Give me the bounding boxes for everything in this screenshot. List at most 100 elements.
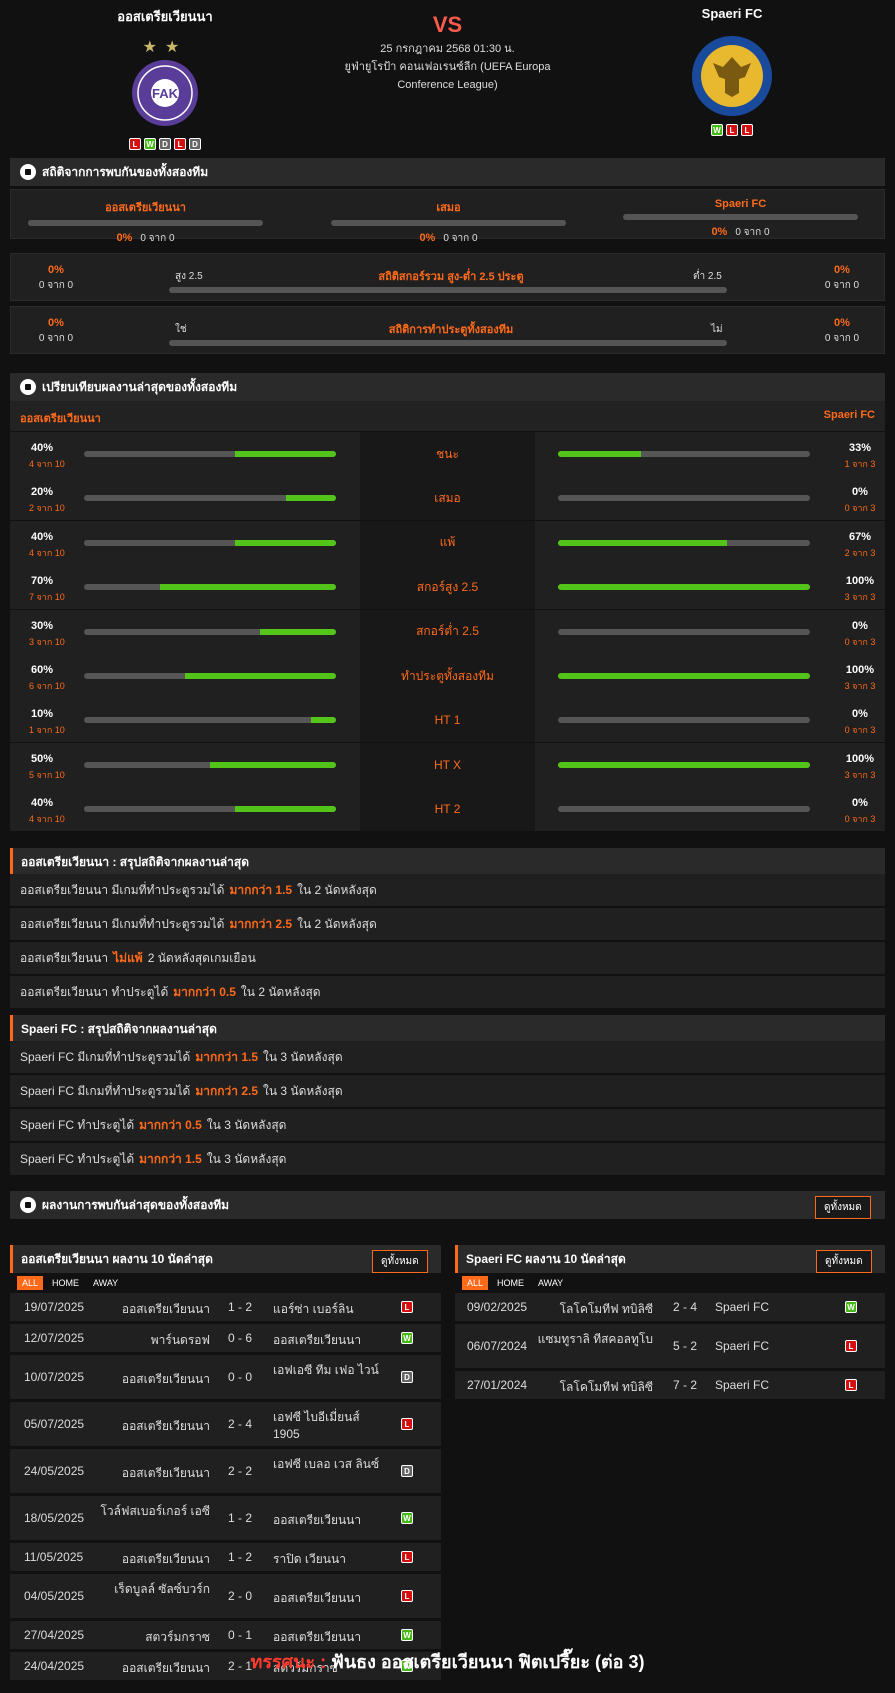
match-row[interactable]: 18/05/2025 โวล์ฟสเบอร์เกอร์ เอซี 1 - 2 ออสเ…: [10, 1496, 441, 1540]
summary-suffix: 2 นัดหลังสุดเกมเยือน: [147, 950, 256, 965]
summary-suffix: ใน 2 นัดหลังสุด: [297, 882, 377, 897]
summary-suffix: ใน 3 นัดหลังสุด: [263, 1083, 343, 1098]
match-away: Spaeri FC: [715, 1339, 770, 1353]
home-team[interactable]: ออสเตรียเวียนนา ★★ FAK LWDLD: [65, 6, 265, 150]
summary-row: Spaeri FC มีเกมที่ทำประตูรวมได้ มากกว่า 1…: [10, 1041, 885, 1073]
ou-left-val: 0% 0 จาก 0: [26, 264, 86, 293]
compare-home-pct: 10%: [31, 708, 54, 721]
summary-highlight: มากกว่า 2.5: [195, 1083, 258, 1098]
summary-row: ออสเตรียเวียนนา มีเกมที่ทำประตูรวมได้ มาก…: [10, 908, 885, 940]
compare-home-of: 7 จาก 10: [29, 592, 65, 603]
match-away: Spaeri FC: [715, 1300, 770, 1314]
match-away: ออสเตรียเวียนนา: [273, 1591, 362, 1605]
match-row[interactable]: 05/07/2025 ออสเตรียเวียนนา 2 - 4 เอฟซี ไบอี…: [10, 1402, 441, 1446]
compare-away-bar: [558, 584, 810, 591]
btts-left-label: ใช่: [175, 324, 187, 335]
home-list-tabs: ALL HOME AWAY: [17, 1276, 123, 1290]
compare-away-part: 0% 0 จาก 3: [535, 609, 885, 654]
compare-team-bar: ออสเตรียเวียนนา Spaeri FC: [10, 401, 885, 431]
match-date: 24/05/2025: [24, 1464, 85, 1478]
btts-title: สถิติการทำประตูทั้งสองทีม: [388, 324, 514, 336]
match-away: ออสเตรียเวียนนา: [273, 1630, 362, 1644]
compare-row: 40% 4 จาก 10 ชนะ 33% 1 จาก 3: [10, 432, 885, 476]
match-row[interactable]: 10/07/2025 ออสเตรียเวียนนา 0 - 0 เอฟเอซี ที…: [10, 1355, 441, 1399]
tab-all[interactable]: ALL: [462, 1276, 489, 1290]
summary-text: ออสเตรียเวียนนา: [20, 950, 109, 965]
compare-home-bar-fill: [235, 451, 336, 457]
home-team-name[interactable]: ออสเตรียเวียนนา: [65, 6, 265, 27]
away-team-name[interactable]: Spaeri FC: [632, 6, 832, 21]
match-home: โวล์ฟสเบอร์เกอร์ เอซี: [100, 1504, 210, 1518]
h2h-home-col: ออสเตรียเวียนนา 0% 0 จาก 0: [28, 198, 263, 246]
tab-away[interactable]: AWAY: [88, 1276, 123, 1290]
form-badge-l: L: [174, 138, 186, 150]
match-row[interactable]: 24/05/2025 ออสเตรียเวียนนา 2 - 2 เอฟซี เบลอ…: [10, 1449, 441, 1493]
btts-right-val: 0% 0 จาก 0: [812, 317, 872, 346]
result-badge: L: [845, 1379, 857, 1391]
away-list-view-all-button[interactable]: ดูทั้งหมด: [816, 1250, 872, 1273]
vs-label: VS: [432, 12, 463, 37]
match-date: 10/07/2025: [24, 1370, 85, 1384]
btts-left-of: 0 จาก 0: [38, 333, 74, 344]
match-row[interactable]: 12/07/2025 พาร์นดรอฟ 0 - 6 ออสเตรียเวียนนา W: [10, 1324, 441, 1352]
summary-suffix: ใน 3 นัดหลังสุด: [263, 1049, 343, 1064]
match-row[interactable]: 27/04/2025 สตวร์มกราซ 0 - 1 ออสเตรียเวียนนา…: [10, 1621, 441, 1649]
match-home: พาร์นดรอฟ: [150, 1333, 210, 1347]
compare-row: 30% 3 จาก 10 สกอร์ต่ำ 2.5 0% 0 จาก 3: [10, 609, 885, 654]
compare-row-label: HT X: [360, 742, 535, 787]
ou-left-of: 0 จาก 0: [38, 280, 74, 291]
compare-away-of: 2 จาก 3: [844, 547, 876, 558]
h2h-section-header: สถิติจากการพบกันของทั้งสองทีม: [10, 158, 885, 186]
summary-highlight: มากกว่า 1.5: [139, 1151, 202, 1166]
compare-away-part: 33% 1 จาก 3: [535, 432, 885, 476]
summary-row: Spaeri FC ทำประตูได้ มากกว่า 0.5 ใน 3 นัดห…: [10, 1109, 885, 1141]
compare-away-of: 1 จาก 3: [844, 459, 876, 469]
competition: ยูฟ่ายูโรป้า คอนเฟอเรนซ์ลีก (UEFA Europa…: [344, 61, 551, 91]
result-badge: L: [401, 1418, 413, 1430]
form-badge-l: L: [129, 138, 141, 150]
match-home: ออสเตรียเวียนนา: [121, 1419, 210, 1433]
match-row[interactable]: 09/02/2025 โลโคโมทีฟ ทบิลิซี 2 - 4 Spaeri F…: [455, 1293, 885, 1321]
summary-suffix: ใน 2 นัดหลังสุด: [297, 916, 377, 931]
summary-text: Spaeri FC ทำประตูได้: [20, 1117, 135, 1132]
compare-away-part: 67% 2 จาก 3: [535, 520, 885, 565]
tab-home[interactable]: HOME: [492, 1276, 529, 1290]
compare-away-bar-fill: [558, 584, 810, 591]
match-score: 1 - 2: [227, 1511, 252, 1525]
match-date: 09/02/2025: [467, 1300, 528, 1314]
compare-away-bar: [558, 451, 810, 457]
ou-right-of: 0 จาก 0: [824, 280, 860, 291]
form-badge-w: W: [144, 138, 156, 150]
match-score: 1 - 2: [227, 1550, 252, 1564]
match-row[interactable]: 06/07/2024 แซมทูราลิ ทีสคอลทูโบ 5 - 2 Spaer…: [455, 1324, 885, 1368]
ou-title: สถิติสกอร์รวม สูง-ต่ำ 2.5 ประตู: [378, 271, 524, 283]
compare-away-of: 3 จาก 3: [844, 769, 876, 780]
compare-row: 40% 4 จาก 10 แพ้ 67% 2 จาก 3: [10, 520, 885, 565]
match-score: 1 - 2: [227, 1300, 252, 1314]
result-badge: W: [401, 1512, 413, 1524]
compare-away-of: 3 จาก 3: [844, 681, 876, 691]
summary-text: ออสเตรียเวียนนา ทำประตูได้: [20, 984, 169, 999]
away-team-logo: [692, 36, 772, 116]
tab-all[interactable]: ALL: [17, 1276, 44, 1290]
compare-row-label: เสมอ: [360, 476, 535, 521]
compare-home-part: 40% 4 จาก 10: [10, 432, 360, 476]
summary-text: Spaeri FC มีเกมที่ทำประตูรวมได้: [20, 1083, 191, 1098]
match-row[interactable]: 19/07/2025 ออสเตรียเวียนนา 1 - 2 แอร์ซ่า เบ…: [10, 1293, 441, 1321]
tab-away[interactable]: AWAY: [533, 1276, 568, 1290]
away-list-title: Spaeri FC ผลงาน 10 นัดล่าสุด: [466, 1251, 626, 1266]
match-row[interactable]: 27/01/2024 โลโคโมทีฟ ทบิลิซี 7 - 2 Spaeri F…: [455, 1371, 885, 1399]
compare-home-bar: [84, 806, 336, 813]
h2h-away-pct: 0%: [711, 226, 728, 238]
home-list-view-all-button[interactable]: ดูทั้งหมด: [372, 1250, 428, 1273]
compare-home-bar: [84, 761, 336, 768]
match-home: ออสเตรียเวียนนา: [121, 1302, 210, 1316]
match-header: ออสเตรียเวียนนา ★★ FAK LWDLD VS 25 กรกฎา…: [0, 0, 895, 150]
compare-home-part: 10% 1 จาก 10: [10, 698, 360, 743]
recent-h2h-view-all-button[interactable]: ดูทั้งหมด: [815, 1196, 871, 1219]
tab-home[interactable]: HOME: [47, 1276, 84, 1290]
match-date: 27/01/2024: [467, 1378, 528, 1392]
match-row[interactable]: 11/05/2025 ออสเตรียเวียนนา 1 - 2 ราปิด เวีย…: [10, 1543, 441, 1571]
match-row[interactable]: 04/05/2025 เร็ดบูลล์ ซัลซ์บวร์ก 2 - 0 ออสเต…: [10, 1574, 441, 1618]
away-team[interactable]: Spaeri FC WLL: [632, 6, 832, 136]
